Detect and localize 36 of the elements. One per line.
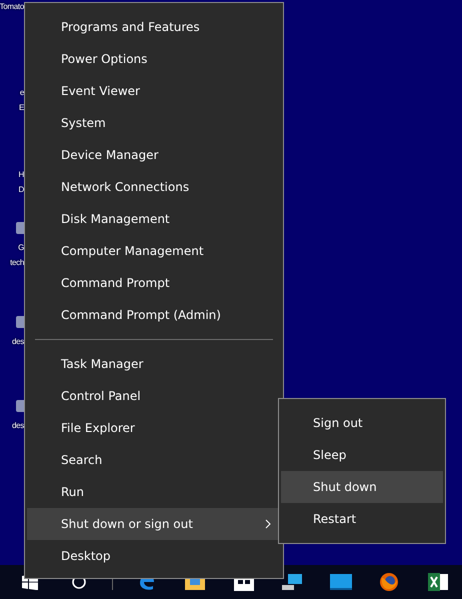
menu-item[interactable]: Power Options xyxy=(27,43,281,75)
menu-item[interactable]: Network Connections xyxy=(27,171,281,203)
menu-item[interactable]: Run xyxy=(27,476,281,508)
menu-item[interactable]: Search xyxy=(27,444,281,476)
desktop-icon-label[interactable]: e xyxy=(20,86,24,100)
submenu-item[interactable]: Shut down xyxy=(281,471,443,503)
windows-logo-icon[interactable] xyxy=(22,574,38,590)
submenu-item[interactable]: Sleep xyxy=(281,439,443,471)
desktop-icon-label[interactable]: H xyxy=(18,168,24,182)
desktop-icon-label[interactable]: des xyxy=(12,419,24,433)
desktop-icon-label[interactable]: G xyxy=(18,241,24,255)
menu-item[interactable]: Shut down or sign out xyxy=(27,508,281,540)
firefox-icon[interactable] xyxy=(379,572,400,592)
menu-item[interactable]: Programs and Features xyxy=(27,11,281,43)
menu-item[interactable]: Device Manager xyxy=(27,139,281,171)
menu-item[interactable]: Event Viewer xyxy=(27,75,281,107)
menu-item[interactable]: Task Manager xyxy=(27,348,281,380)
desktop-icon-label[interactable]: des xyxy=(12,335,24,349)
menu-item[interactable]: Control Panel xyxy=(27,380,281,412)
desktop-icon-label[interactable]: Tomato xyxy=(0,0,24,14)
menu-item[interactable]: Desktop xyxy=(27,540,281,572)
submenu-item[interactable]: Restart xyxy=(281,503,443,535)
menu-item[interactable]: Computer Management xyxy=(27,235,281,267)
menu-item[interactable]: File Explorer xyxy=(27,412,281,444)
spreadsheet-icon[interactable] xyxy=(428,572,448,592)
chevron-right-icon xyxy=(265,519,271,529)
submenu-item[interactable]: Sign out xyxy=(281,407,443,439)
menu-item[interactable]: Command Prompt xyxy=(27,267,281,299)
menu-item[interactable]: System xyxy=(27,107,281,139)
desktop-icon-label[interactable]: tech xyxy=(10,256,24,270)
monitor-icon[interactable] xyxy=(330,574,352,590)
menu-item[interactable]: Command Prompt (Admin) xyxy=(27,299,281,331)
desktop-icon-label[interactable]: D xyxy=(18,183,24,197)
menu-item[interactable]: Disk Management xyxy=(27,203,281,235)
computer-icon[interactable] xyxy=(281,572,304,592)
desktop-icon-label[interactable]: E xyxy=(18,101,24,115)
